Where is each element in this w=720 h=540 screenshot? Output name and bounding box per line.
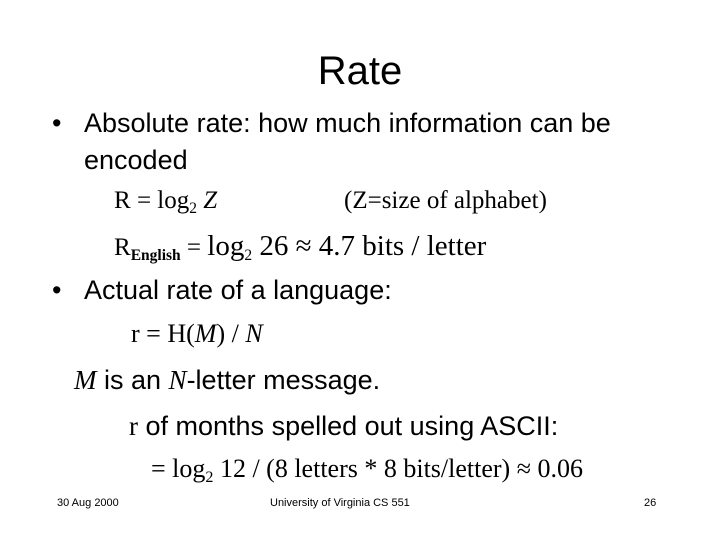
- footer-page-number: 26: [644, 497, 657, 509]
- equation-actual-rate-length-var: N: [245, 319, 263, 348]
- page-title: Rate: [317, 49, 403, 93]
- definition-length-var: N: [168, 365, 187, 395]
- bullet-text-actual-rate: Actual rate of a language:: [84, 275, 392, 305]
- bullet-marker-icon: •: [52, 108, 62, 138]
- definition-message-mid: is an: [96, 365, 169, 395]
- definition-message-length: M is an N-letter message.: [74, 362, 380, 398]
- definition-message-var: M: [74, 365, 97, 395]
- equation-months-base: 2: [205, 469, 214, 487]
- equation-actual-rate-message-var: M: [194, 319, 217, 348]
- bullet-item-absolute-rate: • Absolute rate: how much information ca…: [52, 105, 692, 179]
- equation-months-result: = log2 12 / (8 letters * 8 bits/letter) …: [151, 452, 583, 490]
- equation-absolute-rate-lhs: R: [114, 187, 131, 214]
- equation-english-rhs: 26 ≈ 4.7 bits / letter: [252, 230, 487, 262]
- equation-english-subscript: English: [130, 246, 181, 264]
- bullet-text-absolute-rate: Absolute rate: how much information can …: [84, 108, 611, 175]
- example-rate-var: r: [129, 411, 138, 441]
- equation-absolute-rate: R = log2 Z: [114, 185, 217, 220]
- definition-message-end: -letter message.: [186, 365, 381, 395]
- footer-course: University of Virginia CS 551: [270, 497, 410, 509]
- equation-english-base: 2: [244, 246, 253, 264]
- example-months-text: of months spelled out using ASCII:: [138, 411, 559, 441]
- equation-months-rhs: 12 / (8 letters * 8 bits/letter) ≈ 0.06: [213, 454, 583, 483]
- equation-absolute-rate-operator: = log: [130, 187, 190, 214]
- equation-actual-rate-divider: ) /: [216, 319, 246, 348]
- equation-english-log: log: [207, 230, 245, 262]
- slide-footer: 30 Aug 2000 University of Virginia CS 55…: [0, 496, 720, 514]
- slide-canvas: Rate • Absolute rate: how much informati…: [0, 0, 720, 540]
- equation-actual-rate: r = H(M) / N: [131, 317, 263, 351]
- equation-absolute-rate-base: 2: [189, 199, 197, 217]
- bullet-item-actual-rate: • Actual rate of a language:: [52, 272, 692, 309]
- equation-actual-rate-lhs: r = H(: [131, 319, 195, 348]
- equation-months-lhs: = log: [151, 454, 206, 483]
- equation-absolute-rate-rhs: Z: [196, 187, 218, 214]
- bullet-marker-icon: •: [52, 275, 62, 305]
- equation-english-operator: =: [180, 234, 208, 261]
- equation-english-rate: REnglish = log2 26 ≈ 4.7 bits / letter: [114, 229, 486, 268]
- example-months-ascii: r of months spelled out using ASCII:: [129, 408, 558, 444]
- equation-english-lhs: R: [114, 234, 131, 261]
- equation-alphabet-note: (Z=size of alphabet): [344, 187, 547, 214]
- footer-date: 30 Aug 2000: [57, 497, 119, 509]
